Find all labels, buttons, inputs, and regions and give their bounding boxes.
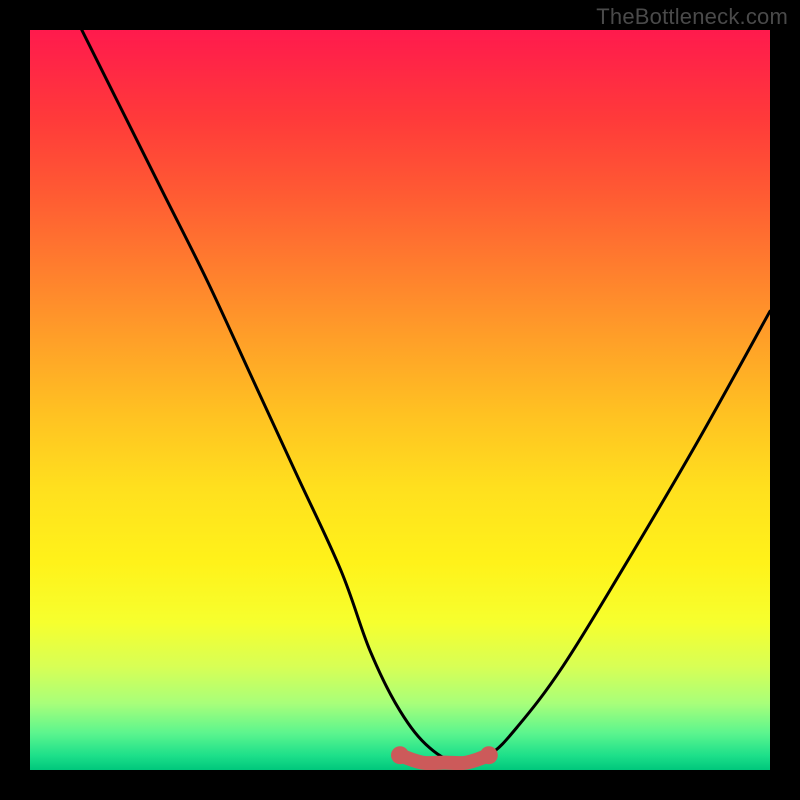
curve-layer (30, 30, 770, 770)
chart-frame: TheBottleneck.com (0, 0, 800, 800)
flat-marker-line (400, 755, 489, 763)
plot-area (30, 30, 770, 770)
black-curve-line (82, 30, 770, 763)
watermark-text: TheBottleneck.com (596, 4, 788, 30)
flat-marker-dot (391, 746, 409, 764)
flat-marker-dot (480, 746, 498, 764)
